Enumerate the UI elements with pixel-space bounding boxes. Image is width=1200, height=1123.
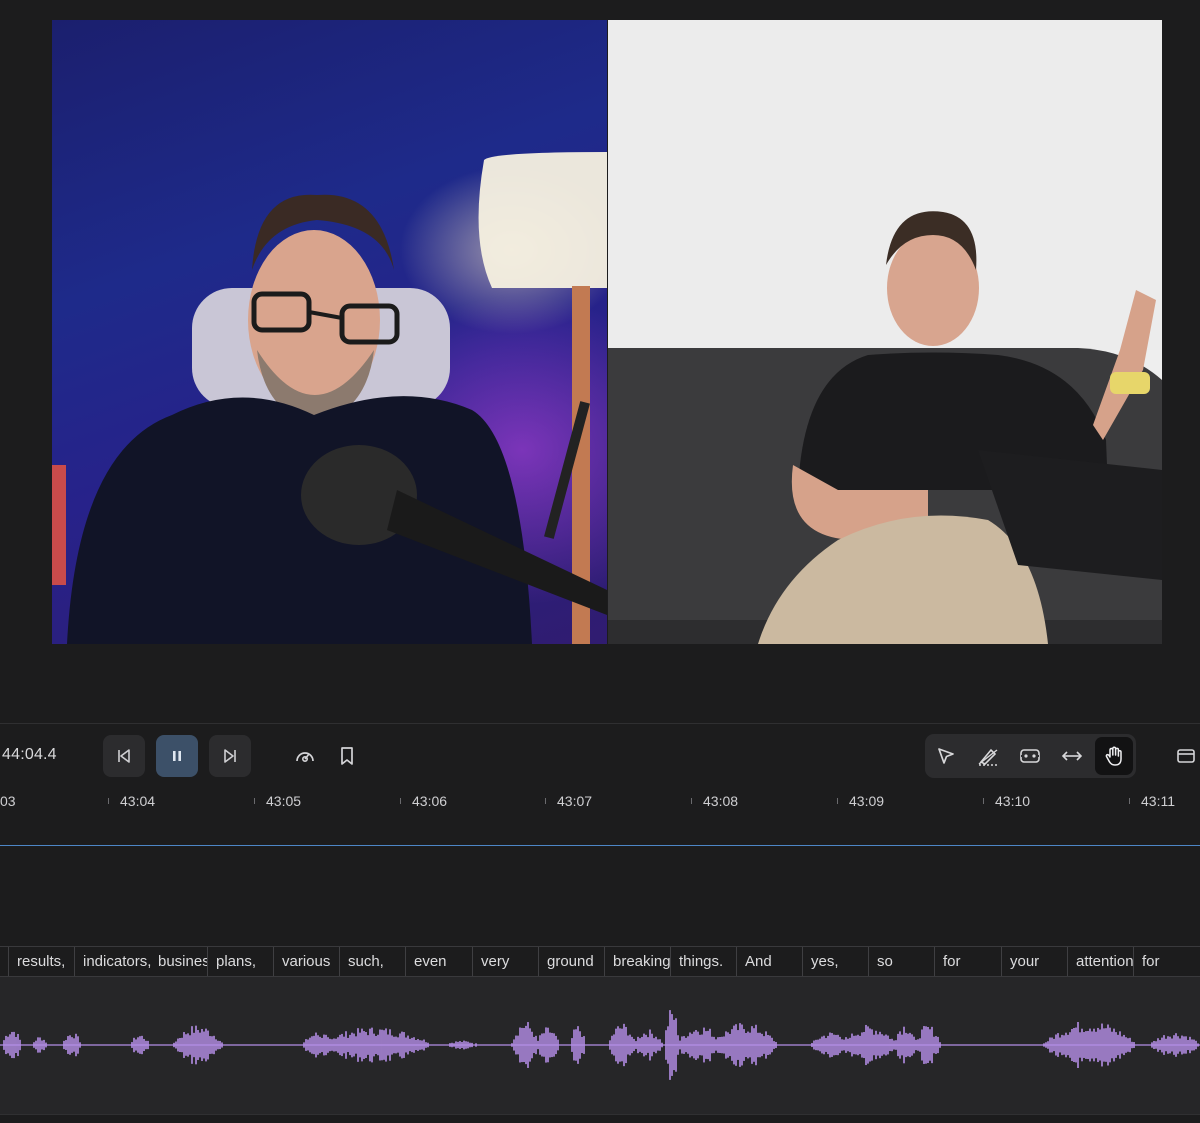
transcript-word-track: results, indicators, business plans, var… [0,946,1200,977]
guest-video-frame [608,20,1162,644]
video-left-host [52,20,607,644]
transcript-word[interactable]: your [1001,947,1067,976]
ruler-tick: 43:06 [400,793,447,809]
ruler-tick: 43:04 [108,793,155,809]
ruler-tick: 43:10 [983,793,1030,809]
transcript-word[interactable]: various [273,947,339,976]
transcript-word[interactable]: for [1133,947,1200,976]
transcript-word[interactable]: yes, [802,947,868,976]
playback-speed-button[interactable] [284,735,326,777]
transcript-word[interactable]: so [868,947,934,976]
video-preview [0,0,1200,723]
select-arrow-icon [936,746,956,766]
playback-toolbar: 44:04.4 [0,723,1200,787]
transcript-word[interactable]: results, [8,947,74,976]
layout-toggle-button[interactable] [1170,735,1200,777]
stretch-arrows-icon [1061,749,1083,763]
edit-tool-group [925,734,1136,778]
hand-tool[interactable] [1095,737,1133,775]
video-right-guest [608,20,1162,644]
transcript-word[interactable]: indicators, [74,947,154,976]
transcript-word[interactable]: plans, [207,947,273,976]
next-button[interactable] [209,735,251,777]
pause-button[interactable] [156,735,198,777]
stretch-tool[interactable] [1053,737,1091,775]
ruler-tick: 43:07 [545,793,592,809]
transcript-word[interactable]: attention [1067,947,1133,976]
ruler-tick: 43:11 [1129,793,1175,809]
trim-pen-icon [977,746,999,766]
skip-back-icon [116,748,132,764]
bookmark-button[interactable] [326,735,368,777]
ruler-tick: 43:08 [691,793,738,809]
transcript-word[interactable]: very [472,947,538,976]
ruler-tick: 43:05 [254,793,301,809]
ruler-tick: 03 [0,793,16,809]
previous-button[interactable] [103,735,145,777]
transcript-word[interactable]: such, [339,947,405,976]
hand-pan-icon [1103,745,1125,767]
skip-forward-icon [222,748,238,764]
ruler-tick: 43:09 [837,793,884,809]
select-tool[interactable] [927,737,965,775]
pause-icon [170,749,184,763]
timeline-ruler[interactable]: 03 43:04 43:05 43:06 43:07 43:08 43:09 4… [0,787,1200,817]
bookmark-icon [339,746,355,766]
current-timecode: 44:04.4 [2,746,57,763]
transcript-word[interactable]: breaking [604,947,670,976]
transcript-word[interactable]: business [154,947,207,976]
speed-gauge-icon [294,747,316,765]
transcript-word[interactable]: ground [538,947,604,976]
clip-tool[interactable] [1011,737,1049,775]
transcript-word[interactable]: And [736,947,802,976]
clip-range-icon [1018,747,1042,765]
timeline-bottom-edge [0,1114,1200,1123]
audio-waveform [0,1010,1200,1080]
transcript-word[interactable]: for [934,947,1001,976]
timeline-track-line [0,845,1200,846]
audio-waveform-track[interactable] [0,977,1200,1114]
panel-layout-icon [1175,747,1195,765]
transcript-word[interactable]: things. [670,947,736,976]
host-video-frame [52,152,607,644]
trim-tool[interactable] [969,737,1007,775]
transcript-word[interactable]: even [405,947,472,976]
